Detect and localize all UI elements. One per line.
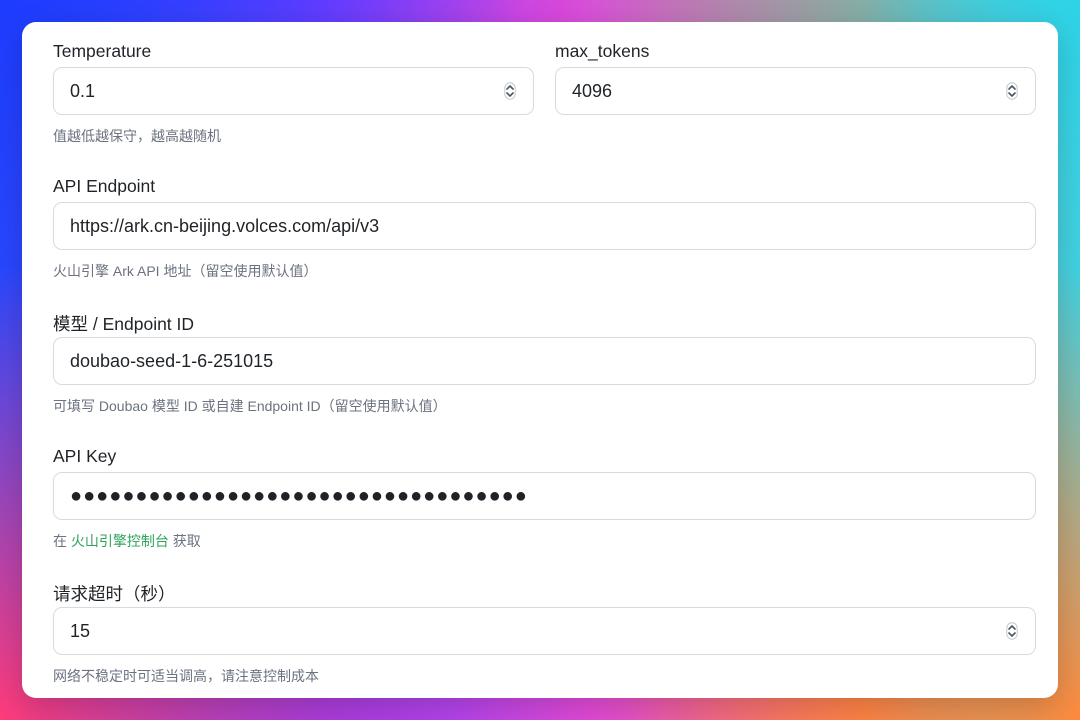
timeout-label: 请求超时（秒） xyxy=(53,584,176,604)
endpoint-label: API Endpoint xyxy=(53,176,156,196)
settings-card: Temperature 0.1 max_tokens 4096 值越低越保守，越… xyxy=(22,22,1058,698)
timeout-help: 网络不稳定时可适当调高，请注意控制成本 xyxy=(53,668,319,684)
stepper-icon[interactable] xyxy=(1005,80,1019,102)
stepper-icon[interactable] xyxy=(503,80,517,102)
endpoint-value: https://ark.cn-beijing.volces.com/api/v3 xyxy=(70,215,380,236)
temperature-help: 值越低越保守，越高越随机 xyxy=(53,128,221,144)
api-key-input[interactable]: ●●●●●●●●●●●●●●●●●●●●●●●●●●●●●●●●●●● xyxy=(53,472,1036,520)
temperature-value: 0.1 xyxy=(70,80,96,101)
api-key-help-prefix: 在 xyxy=(53,533,67,549)
temperature-label: Temperature xyxy=(53,41,152,61)
max-tokens-input[interactable]: 4096 xyxy=(555,67,1036,115)
model-help: 可填写 Doubao 模型 ID 或自建 Endpoint ID（留空使用默认值… xyxy=(53,398,447,414)
endpoint-input[interactable]: https://ark.cn-beijing.volces.com/api/v3 xyxy=(53,202,1036,250)
api-key-value: ●●●●●●●●●●●●●●●●●●●●●●●●●●●●●●●●●●● xyxy=(70,484,528,507)
model-input[interactable]: doubao-seed-1-6-251015 xyxy=(53,337,1036,385)
api-key-label: API Key xyxy=(53,446,117,466)
api-key-help: 在 火山引擎控制台 获取 xyxy=(53,531,201,551)
console-link[interactable]: 火山引擎控制台 xyxy=(71,533,169,549)
temperature-input[interactable]: 0.1 xyxy=(53,67,534,115)
max-tokens-label: max_tokens xyxy=(555,41,650,61)
max-tokens-value: 4096 xyxy=(572,80,613,101)
model-label: 模型 / Endpoint ID xyxy=(53,314,195,334)
endpoint-help: 火山引擎 Ark API 地址（留空使用默认值） xyxy=(53,263,318,279)
timeout-input[interactable]: 15 xyxy=(53,607,1036,655)
api-key-help-suffix: 获取 xyxy=(172,533,201,549)
stepper-icon[interactable] xyxy=(1005,620,1019,642)
timeout-value: 15 xyxy=(70,620,91,641)
model-value: doubao-seed-1-6-251015 xyxy=(70,350,274,371)
